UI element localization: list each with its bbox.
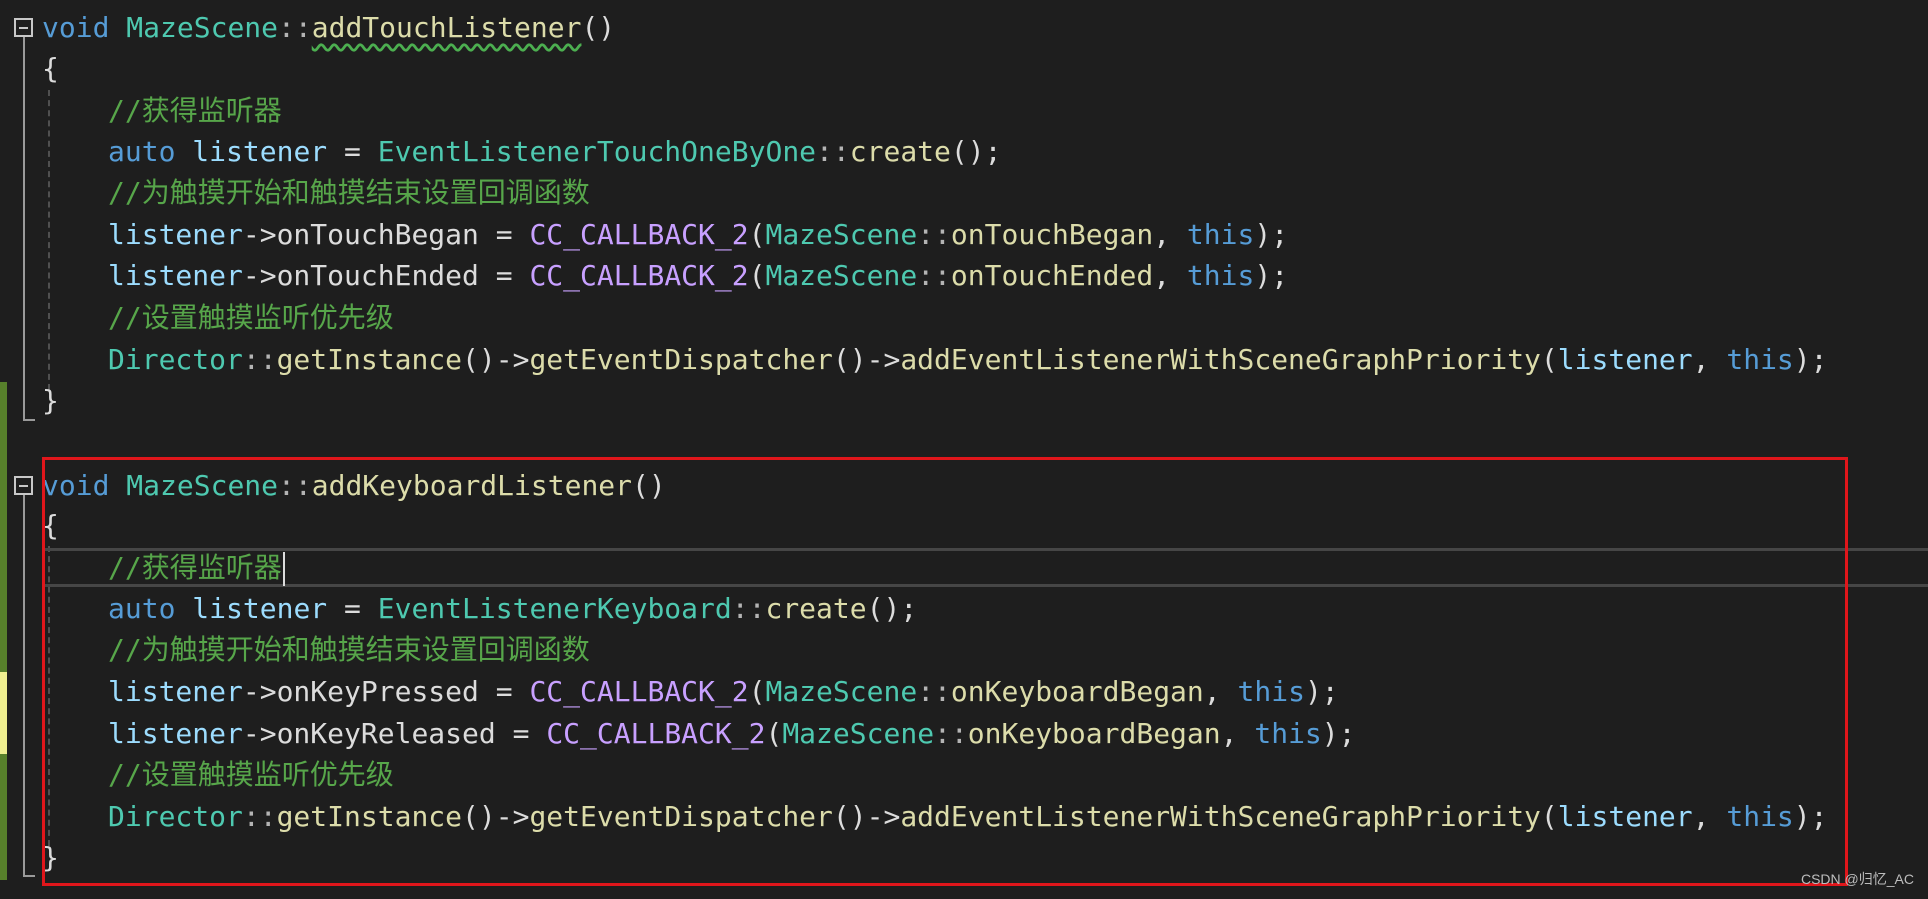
scope-operator: ::: [917, 218, 951, 251]
punctuation: ,: [1153, 218, 1187, 251]
operator: =: [478, 218, 530, 251]
punctuation: (: [1540, 343, 1558, 376]
outline-line: [23, 37, 25, 421]
member: onTouchEnded: [276, 259, 479, 292]
scope-operator: ::: [242, 343, 277, 376]
code-line[interactable]: listener->onTouchBegan = CC_CALLBACK_2(M…: [42, 214, 1288, 255]
parens: (): [581, 11, 616, 44]
class-name: Director: [108, 343, 243, 376]
function-name: create: [849, 135, 951, 168]
class-name: MazeScene: [765, 259, 918, 292]
close-brace: }: [42, 384, 59, 417]
punctuation: ,: [1153, 259, 1187, 292]
code-line[interactable]: listener->onTouchEnded = CC_CALLBACK_2(M…: [42, 255, 1288, 296]
scope-operator: ::: [816, 135, 850, 168]
punctuation: ,: [1692, 343, 1727, 376]
keyword: auto: [108, 135, 176, 168]
punctuation: );: [1793, 343, 1828, 376]
variable: listener: [108, 218, 243, 251]
function-name: getEventDispatcher: [529, 343, 833, 376]
comment: //获得监听器: [108, 94, 282, 127]
operator: =: [327, 135, 378, 168]
keyword: this: [1186, 259, 1255, 292]
class-name: MazeScene: [126, 11, 279, 44]
watermark: CSDN @归忆_AC: [1800, 871, 1914, 887]
variable: listener: [1557, 343, 1693, 376]
modified-marker: [0, 672, 7, 754]
comment: //为触摸开始和触摸结束设置回调函数: [108, 176, 590, 209]
arrow-operator: ->: [242, 218, 277, 251]
collapse-icon[interactable]: [14, 476, 33, 495]
code-line[interactable]: }: [42, 380, 59, 421]
variable: listener: [108, 259, 243, 292]
punctuation: (): [832, 343, 867, 376]
code-line[interactable]: Director::getInstance()->getEventDispatc…: [42, 339, 1828, 380]
change-marker: [0, 382, 7, 880]
outline-end: [23, 419, 35, 421]
code-editor[interactable]: void MazeScene::addTouchListener() { //获…: [0, 0, 1928, 899]
variable: listener: [192, 135, 328, 168]
open-brace: {: [42, 52, 59, 85]
function-name: onTouchBegan: [950, 218, 1154, 251]
code-line[interactable]: auto listener = EventListenerTouchOneByO…: [42, 131, 1001, 172]
member: onTouchBegan: [276, 218, 479, 251]
function-name: onTouchEnded: [950, 259, 1154, 292]
keyword: this: [1726, 343, 1794, 376]
code-line[interactable]: {: [42, 48, 59, 89]
punctuation: );: [1254, 259, 1289, 292]
function-name: getInstance: [276, 343, 463, 376]
macro: CC_CALLBACK_2: [529, 259, 749, 292]
outline-line: [23, 495, 25, 877]
code-line[interactable]: void MazeScene::addTouchListener(): [42, 7, 615, 48]
scope-operator: ::: [278, 11, 312, 44]
arrow-operator: ->: [866, 343, 901, 376]
arrow-operator: ->: [495, 343, 530, 376]
class-name: EventListenerTouchOneByOne: [377, 135, 817, 168]
punctuation: );: [1254, 218, 1289, 251]
code-line[interactable]: //获得监听器: [42, 90, 282, 131]
highlight-box: [42, 457, 1848, 886]
comment: //设置触摸监听优先级: [108, 301, 394, 334]
macro: CC_CALLBACK_2: [529, 218, 749, 251]
class-name: MazeScene: [765, 218, 918, 251]
outline-end: [23, 875, 35, 877]
code-line[interactable]: //设置触摸监听优先级: [42, 297, 394, 338]
collapse-icon[interactable]: [14, 18, 33, 37]
function-name: addEventListenerWithSceneGraphPriority: [900, 343, 1541, 376]
punctuation: (: [748, 218, 766, 251]
punctuation: ();: [950, 135, 1002, 168]
arrow-operator: ->: [242, 259, 277, 292]
keyword: this: [1186, 218, 1255, 251]
punctuation: (): [462, 343, 496, 376]
punctuation: (: [748, 259, 766, 292]
code-line[interactable]: //为触摸开始和触摸结束设置回调函数: [42, 172, 590, 213]
function-name: addTouchListener: [311, 11, 582, 44]
operator: =: [478, 259, 530, 292]
keyword: void: [42, 11, 110, 44]
scope-operator: ::: [917, 259, 951, 292]
